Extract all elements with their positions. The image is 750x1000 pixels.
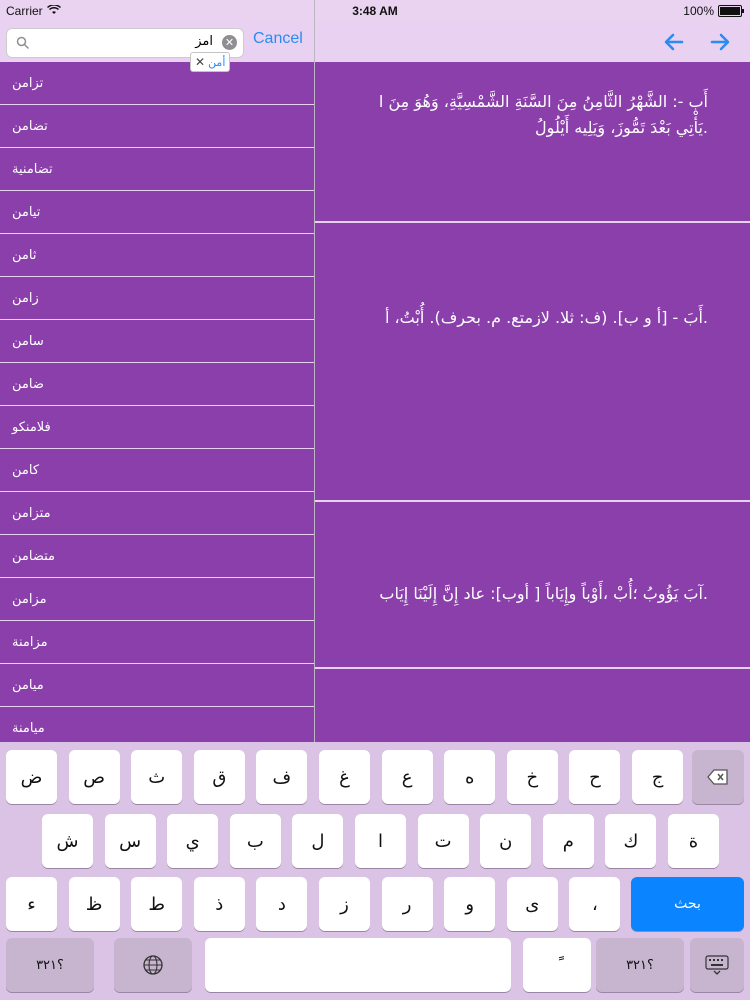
forward-arrow-icon[interactable]: [708, 30, 732, 54]
letter-key[interactable]: ع: [381, 750, 433, 804]
result-item[interactable]: ميامنة: [0, 707, 314, 742]
entry-separator: [315, 667, 750, 669]
result-item[interactable]: تيامن: [0, 191, 314, 234]
result-item[interactable]: ضامن: [0, 363, 314, 406]
globe-key[interactable]: [114, 938, 192, 992]
entry-separator: [315, 500, 750, 502]
letter-key[interactable]: ز: [319, 877, 370, 931]
status-bar: Carrier 3:48 AM 100%: [0, 0, 750, 22]
letter-key[interactable]: ء: [6, 877, 57, 931]
keyboard: بحث ؟٣٢١ ً ؟٣٢١ ضصثقفغعهخحج شسيبلاتنمكة ءظ…: [0, 742, 750, 1000]
letter-key[interactable]: ت: [417, 814, 469, 868]
letter-key[interactable]: ث: [131, 750, 183, 804]
result-item[interactable]: كامن: [0, 449, 314, 492]
letter-key[interactable]: ف: [256, 750, 308, 804]
result-item[interactable]: متضامن: [0, 535, 314, 578]
dismiss-suggestion-icon[interactable]: ✕: [195, 55, 205, 69]
battery-icon: [718, 5, 744, 17]
letter-key[interactable]: ص: [68, 750, 120, 804]
suggestion-text: أمن: [208, 55, 226, 69]
definitions-panel[interactable]: أَب -: الشَّهْرُ الثَّامِنُ مِنَ السَّنَ…: [315, 62, 750, 742]
letter-key[interactable]: س: [104, 814, 156, 868]
letter-key[interactable]: ى: [506, 877, 558, 931]
letter-key[interactable]: ب: [229, 814, 281, 868]
letter-key[interactable]: ،: [569, 877, 621, 931]
result-item[interactable]: تزامن: [0, 62, 314, 105]
letter-key[interactable]: ض: [6, 750, 57, 804]
search-icon: [16, 35, 30, 54]
letter-key[interactable]: ج: [632, 750, 683, 804]
search-bar-area: امز ✕ Cancel: [0, 22, 314, 62]
letter-key[interactable]: ق: [193, 750, 245, 804]
letter-key[interactable]: ي: [167, 814, 219, 868]
letter-key[interactable]: و: [444, 877, 496, 931]
letter-key[interactable]: ر: [381, 877, 433, 931]
letter-key[interactable]: ة: [668, 814, 719, 868]
cancel-button[interactable]: Cancel: [253, 30, 303, 48]
results-list[interactable]: تزامن تضامن تضامنية تيامن ثامن زامن سامن ضامن فل…: [0, 62, 314, 742]
backspace-key[interactable]: [692, 750, 744, 804]
search-query: امز: [195, 34, 213, 49]
letter-key[interactable]: م: [542, 814, 594, 868]
result-item[interactable]: مزامنة: [0, 621, 314, 664]
battery-percent: 100%: [683, 4, 714, 18]
keyboard-hide-icon: [705, 955, 729, 975]
letter-key[interactable]: ك: [605, 814, 657, 868]
letter-key[interactable]: د: [256, 877, 308, 931]
result-item[interactable]: تضامنية: [0, 148, 314, 191]
letter-key[interactable]: غ: [319, 750, 370, 804]
result-item[interactable]: سامن: [0, 320, 314, 363]
back-arrow-icon[interactable]: [662, 30, 686, 54]
letter-key[interactable]: ا: [355, 814, 406, 868]
letter-key[interactable]: ه: [444, 750, 496, 804]
letter-key[interactable]: ش: [42, 814, 93, 868]
dismiss-keyboard-key[interactable]: [690, 938, 744, 992]
search-key[interactable]: بحث: [631, 877, 744, 931]
tanween-key[interactable]: ً: [523, 938, 591, 992]
definition-line: .يَأْتِي بَعْدَ تَمُّوزَ، وَيَلِيه أَيْل…: [535, 118, 708, 137]
numbers-key-right[interactable]: ؟٣٢١: [596, 938, 684, 992]
result-item[interactable]: ثامن: [0, 234, 314, 277]
backspace-icon: [707, 769, 728, 785]
letter-key[interactable]: ط: [131, 877, 183, 931]
globe-icon: [143, 955, 163, 975]
definition-line: .آبَ يَؤُوبُ ؛أُبْ ،أَوْباً وإِيَاباً [ …: [379, 584, 708, 603]
result-item[interactable]: مزامن: [0, 578, 314, 621]
detail-header: [315, 22, 750, 62]
status-time: 3:48 AM: [352, 4, 398, 18]
autocorrect-suggestion[interactable]: ✕ أمن: [190, 52, 231, 72]
letter-key[interactable]: ل: [292, 814, 344, 868]
result-item[interactable]: تضامن: [0, 105, 314, 148]
result-item[interactable]: فلامنكو: [0, 406, 314, 449]
battery-fill: [720, 7, 740, 15]
result-item[interactable]: متزامن: [0, 492, 314, 535]
entry-separator: [315, 221, 750, 223]
result-item[interactable]: زامن: [0, 277, 314, 320]
letter-key[interactable]: ظ: [68, 877, 120, 931]
letter-key[interactable]: ذ: [193, 877, 245, 931]
letter-key[interactable]: ن: [480, 814, 532, 868]
definition-line: .أَبَ - [أ و ب]. (ف: ثلا. لازمتع. م. بحر…: [384, 308, 708, 327]
clear-icon[interactable]: ✕: [222, 35, 237, 50]
letter-key[interactable]: خ: [506, 750, 558, 804]
definition-line: أَب -: الشَّهْرُ الثَّامِنُ مِنَ السَّنَ…: [378, 92, 708, 111]
letter-key[interactable]: ح: [569, 750, 621, 804]
numbers-key-left[interactable]: ؟٣٢١: [6, 938, 94, 992]
space-key[interactable]: [205, 938, 511, 992]
result-item[interactable]: ميامن: [0, 664, 314, 707]
